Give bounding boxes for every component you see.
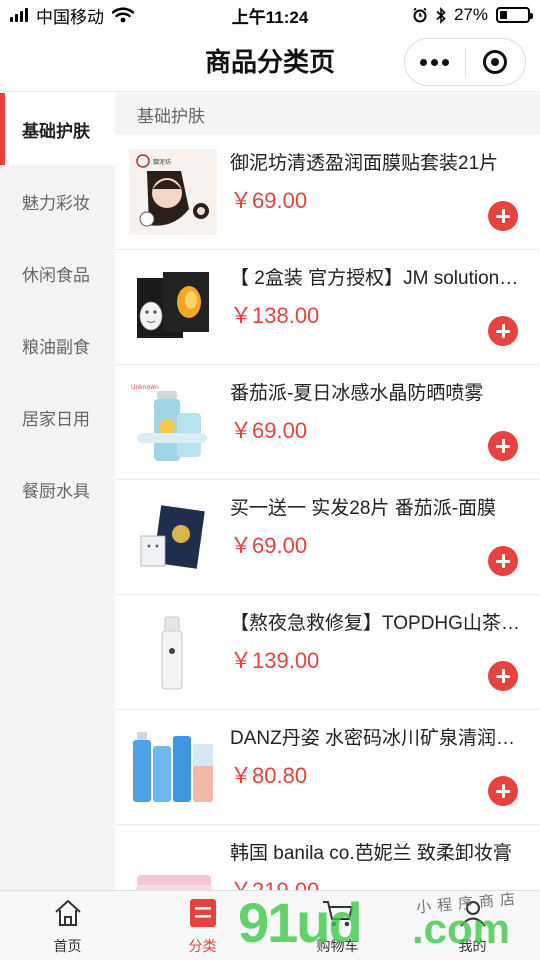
sidebar-item-snacks[interactable]: 休闲食品 xyxy=(0,237,115,309)
nav-bar: 商品分类页 xyxy=(0,30,540,92)
sidebar-item-label: 休闲食品 xyxy=(22,265,90,285)
add-to-cart-button[interactable] xyxy=(488,431,518,461)
category-sidebar: 基础护肤 魅力彩妆 休闲食品 粮油副食 居家日用 餐厨水具 xyxy=(0,93,115,890)
product-price: ￥69.00 xyxy=(230,533,308,558)
sidebar-item-basic-skincare[interactable]: 基础护肤 xyxy=(0,93,115,165)
product-name[interactable]: 御泥坊清透盈润面膜贴套装21片 xyxy=(230,148,520,175)
sidebar-item-label: 居家日用 xyxy=(22,409,90,429)
sidebar-item-grain-oil[interactable]: 粮油副食 xyxy=(0,309,115,381)
product-list[interactable]: 基础护肤 御泥坊 御泥坊清透盈润面膜贴套装21片 ￥69.00 【 2盒装 官方… xyxy=(115,93,540,890)
product-image[interactable] xyxy=(129,494,217,580)
sidebar-item-label: 魅力彩妆 xyxy=(22,193,90,213)
add-to-cart-button[interactable] xyxy=(488,661,518,691)
sidebar-item-label: 粮油副食 xyxy=(22,337,90,357)
alarm-icon xyxy=(413,7,427,23)
product-image[interactable] xyxy=(129,839,217,890)
product-image[interactable] xyxy=(129,264,217,350)
add-to-cart-button[interactable] xyxy=(488,776,518,806)
target-close-icon xyxy=(483,50,508,74)
home-icon xyxy=(52,896,84,930)
product-item[interactable]: Unknown 番茄派-夏日冰感水晶防晒喷雾 ￥69.00 xyxy=(115,365,540,480)
more-dots-icon xyxy=(420,58,450,66)
product-image[interactable]: Unknown xyxy=(129,379,217,465)
sidebar-item-label: 餐厨水具 xyxy=(22,481,90,501)
status-right: 27% xyxy=(412,5,533,25)
tab-bar: 首页 分类 购物车 我的 xyxy=(0,890,540,960)
product-name[interactable]: 韩国 banila co.芭妮兰 致柔卸妆膏 xyxy=(230,838,520,865)
status-bar: 中国移动 上午11:24 27% xyxy=(0,0,540,30)
sidebar-item-kitchenware[interactable]: 餐厨水具 xyxy=(0,453,115,525)
cart-icon xyxy=(321,896,355,930)
sidebar-item-household[interactable]: 居家日用 xyxy=(0,381,115,453)
tab-profile[interactable]: 我的 xyxy=(405,891,540,960)
product-item[interactable]: 【 2盒装 官方授权】JM solution水光蜂蜜面膜 ￥138.00 xyxy=(115,250,540,365)
profile-icon xyxy=(457,896,489,930)
product-item[interactable]: 韩国 banila co.芭妮兰 致柔卸妆膏 ￥219.00 xyxy=(115,825,540,890)
product-image[interactable] xyxy=(129,609,217,695)
product-name[interactable]: 【熬夜急救修复】TOPDHG山茶花精华 xyxy=(230,608,520,635)
tab-cart[interactable]: 购物车 xyxy=(270,891,405,960)
add-to-cart-button[interactable] xyxy=(488,201,518,231)
battery-percent: 27% xyxy=(453,5,488,24)
carrier-label: 中国移动 xyxy=(36,7,104,27)
brand-logo-text: Unknown xyxy=(131,384,159,391)
product-item[interactable]: 御泥坊 御泥坊清透盈润面膜贴套装21片 ￥69.00 xyxy=(115,135,540,250)
status-left: 中国移动 xyxy=(10,3,134,28)
tab-home[interactable]: 首页 xyxy=(0,891,135,960)
section-title: 基础护肤 xyxy=(137,106,205,126)
bluetooth-icon xyxy=(436,6,446,24)
product-image[interactable] xyxy=(129,724,217,810)
status-time: 上午11:24 xyxy=(231,7,309,27)
add-to-cart-button[interactable] xyxy=(488,546,518,576)
tab-label: 购物车 xyxy=(316,938,359,954)
signal-icon xyxy=(10,8,28,22)
page-title: 商品分类页 xyxy=(204,47,335,77)
category-icon xyxy=(188,896,218,930)
product-item[interactable]: 买一送一 实发28片 番茄派-面膜 ￥69.00 xyxy=(115,480,540,595)
product-price: ￥138.00 xyxy=(230,303,320,328)
product-price: ￥69.00 xyxy=(230,188,308,213)
add-to-cart-button[interactable] xyxy=(488,316,518,346)
product-name[interactable]: 买一送一 实发28片 番茄派-面膜 xyxy=(230,493,520,520)
more-button[interactable] xyxy=(405,39,465,85)
product-item[interactable]: DANZ丹姿 水密码冰川矿泉清润套装 ￥80.80 xyxy=(115,710,540,825)
wifi-icon xyxy=(112,7,134,23)
tab-label: 首页 xyxy=(53,938,82,954)
product-name[interactable]: DANZ丹姿 水密码冰川矿泉清润套装 xyxy=(230,723,520,750)
tab-label: 我的 xyxy=(458,938,487,954)
brand-logo-text: 御泥坊 xyxy=(153,158,171,166)
sidebar-item-makeup[interactable]: 魅力彩妆 xyxy=(0,165,115,237)
section-header: 基础护肤 xyxy=(115,93,540,135)
close-miniprogram-button[interactable] xyxy=(466,39,526,85)
product-name[interactable]: 【 2盒装 官方授权】JM solution水光蜂蜜面膜 xyxy=(230,263,520,290)
capsule-menu xyxy=(404,38,526,86)
product-price: ￥80.80 xyxy=(230,763,308,788)
product-price: ￥219.00 xyxy=(230,873,319,890)
product-name[interactable]: 番茄派-夏日冰感水晶防晒喷雾 xyxy=(230,378,520,405)
tab-label: 分类 xyxy=(188,938,217,954)
battery-icon xyxy=(496,7,533,23)
sidebar-item-label: 基础护肤 xyxy=(22,121,90,141)
tab-category[interactable]: 分类 xyxy=(135,891,270,960)
product-price: ￥139.00 xyxy=(230,648,320,673)
product-image[interactable]: 御泥坊 xyxy=(129,149,217,235)
product-item[interactable]: 【熬夜急救修复】TOPDHG山茶花精华 ￥139.00 xyxy=(115,595,540,710)
product-price: ￥69.00 xyxy=(230,418,308,443)
